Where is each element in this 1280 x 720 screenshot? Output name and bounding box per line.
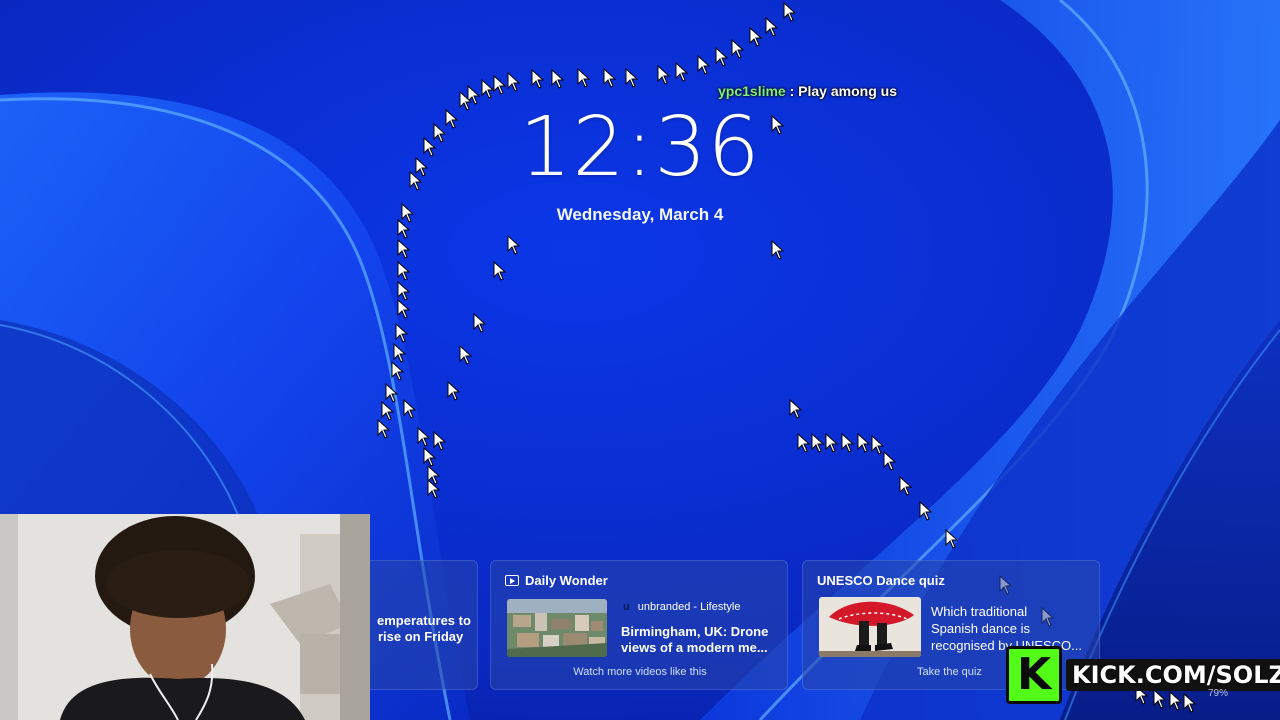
kick-logo-icon: K xyxy=(1006,646,1062,704)
daily-wonder-headline-line-2: views of a modern me... xyxy=(621,640,768,655)
unesco-quiz-thumbnail[interactable] xyxy=(819,597,921,657)
source-initial: u xyxy=(623,601,630,613)
take-quiz-link[interactable]: Take the quiz xyxy=(917,666,982,678)
chat-message: ypc1slime : Play among us xyxy=(718,83,897,99)
kick-channel-overlay: K KICK.COM/SOLZ xyxy=(1006,646,1280,704)
chat-text: Play among us xyxy=(798,83,897,99)
source-name: unbranded - Lifestyle xyxy=(637,601,741,613)
daily-wonder-title: Daily Wonder xyxy=(525,573,608,588)
daily-wonder-source: u unbranded - Lifestyle xyxy=(623,601,740,613)
daily-wonder-card[interactable]: Daily Wonder u unbranded - Lifestyle Bir… xyxy=(490,560,788,690)
video-icon xyxy=(505,575,519,586)
battery-indicator: 79% xyxy=(1208,688,1229,699)
weather-headline-line-2: rise on Friday xyxy=(378,629,464,644)
daily-wonder-header: Daily Wonder xyxy=(505,573,608,588)
daily-wonder-headline[interactable]: Birmingham, UK: Drone views of a modern … xyxy=(621,624,768,656)
lockscreen-clock: 12:36 xyxy=(519,100,761,195)
webcam-feed xyxy=(0,514,370,720)
daily-wonder-headline-line-1: Birmingham, UK: Drone xyxy=(621,624,769,639)
streamer-webcam-image xyxy=(0,514,370,720)
weather-headline-line-1: emperatures to xyxy=(377,613,471,628)
daily-wonder-thumbnail[interactable] xyxy=(507,599,607,657)
quiz-question-line-2: Spanish dance is xyxy=(931,621,1031,636)
weather-headline: emperatures to rise on Friday xyxy=(377,613,471,645)
watch-more-link[interactable]: Watch more videos like this xyxy=(491,666,789,678)
quiz-question-line-1: Which traditional xyxy=(931,604,1028,619)
lockscreen-date: Wednesday, March 4 xyxy=(556,205,724,224)
kick-channel-url: KICK.COM/SOLZ xyxy=(1066,659,1280,691)
chat-separator: : xyxy=(785,83,799,99)
city-aerial-image xyxy=(507,599,607,657)
flamenco-dancer-image xyxy=(819,597,921,657)
unesco-quiz-title: UNESCO Dance quiz xyxy=(817,573,945,588)
chat-username: ypc1slime xyxy=(718,83,786,99)
kick-logo-letter: K xyxy=(1017,649,1052,700)
unesco-quiz-header: UNESCO Dance quiz xyxy=(817,573,945,588)
